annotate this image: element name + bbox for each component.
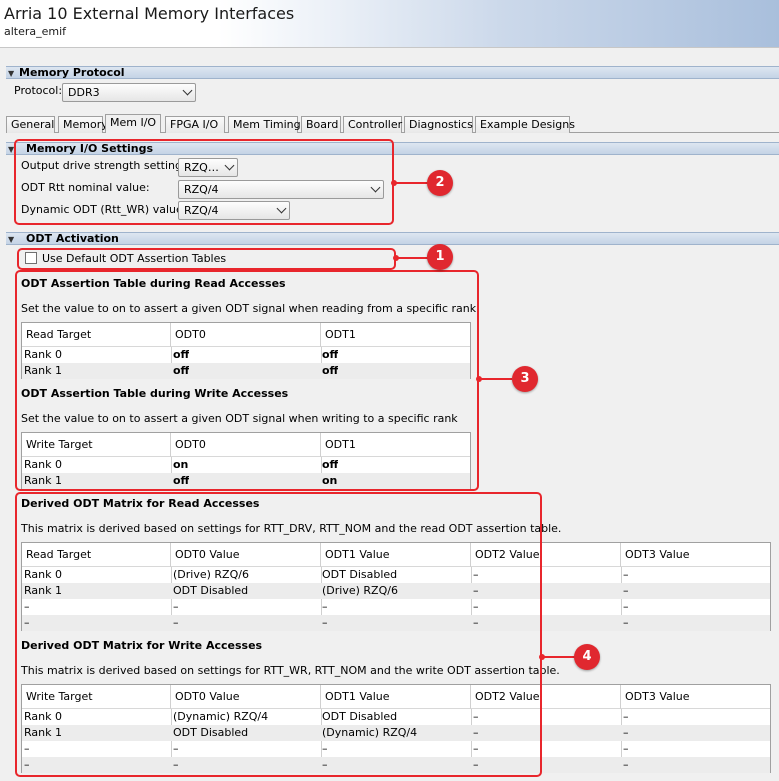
table-cell[interactable]: – (623, 615, 629, 631)
tab-label: Memory (63, 118, 108, 131)
odt-activation-header[interactable]: ▼ ODT Activation (6, 232, 779, 245)
tab-label: FPGA I/O (170, 118, 219, 131)
tab-memory[interactable]: Memory (58, 116, 108, 133)
tab-mem-io[interactable]: Mem I/O (105, 114, 161, 133)
tab-controller[interactable]: Controller (343, 116, 402, 133)
chevron-down-icon (182, 85, 193, 96)
tab-label: Mem I/O (110, 116, 157, 129)
callout-connector (542, 656, 575, 658)
tab-label: Controller (348, 118, 403, 131)
collapse-triangle-icon[interactable]: ▼ (8, 234, 14, 245)
collapse-triangle-icon[interactable]: ▼ (8, 68, 14, 79)
tab-board[interactable]: Board (301, 116, 341, 133)
table-cell[interactable]: – (623, 725, 629, 741)
callout-connector (394, 182, 428, 184)
column-header[interactable]: ODT3 Value (621, 685, 770, 709)
window-title: Arria 10 External Memory Interfaces (4, 4, 295, 23)
tab-diagnostics[interactable]: Diagnostics (404, 116, 473, 133)
protocol-select-value: DDR3 (68, 86, 100, 99)
tab-label: Mem Timing (233, 118, 301, 131)
protocol-select[interactable]: DDR3 (62, 83, 196, 102)
callout-box-4 (15, 492, 542, 777)
tab-label: General (11, 118, 55, 131)
column-header[interactable]: ODT3 Value (621, 543, 770, 567)
table-cell[interactable]: – (623, 599, 629, 615)
callout-box-1 (17, 248, 396, 270)
table-cell[interactable]: – (623, 741, 629, 757)
tab-mem-timing[interactable]: Mem Timing (228, 116, 301, 133)
tab-label: Board (306, 118, 339, 131)
callout-badge-1: 1 (427, 244, 453, 270)
section-title: ODT Activation (26, 232, 119, 245)
callout-connector (396, 257, 428, 259)
table-cell[interactable]: – (623, 709, 629, 725)
window-subtitle: altera_emif (4, 25, 67, 38)
table-cell[interactable]: – (623, 757, 629, 773)
callout-badge-3: 3 (512, 366, 538, 392)
callout-badge-2: 2 (427, 170, 453, 196)
protocol-label: Protocol: (14, 84, 63, 97)
tab-bar: General Memory Mem I/O FPGA I/O Mem Timi… (6, 114, 779, 133)
tab-example-designs[interactable]: Example Designs (475, 116, 575, 133)
section-title: Memory Protocol (19, 66, 125, 79)
callout-box-3 (15, 270, 479, 491)
table-cell[interactable]: – (623, 567, 629, 583)
memory-protocol-section-header[interactable]: ▼ Memory Protocol (6, 66, 779, 79)
tab-fpga-io[interactable]: FPGA I/O (165, 116, 225, 133)
window-header: Arria 10 External Memory Interfaces alte… (0, 0, 779, 48)
tab-label: Example Designs (480, 118, 575, 131)
tab-general[interactable]: General (6, 116, 55, 133)
callout-connector (479, 378, 512, 380)
callout-box-2 (14, 139, 394, 225)
callout-badge-4: 4 (574, 644, 600, 670)
tab-label: Diagnostics (409, 118, 473, 131)
table-cell[interactable]: – (623, 583, 629, 599)
